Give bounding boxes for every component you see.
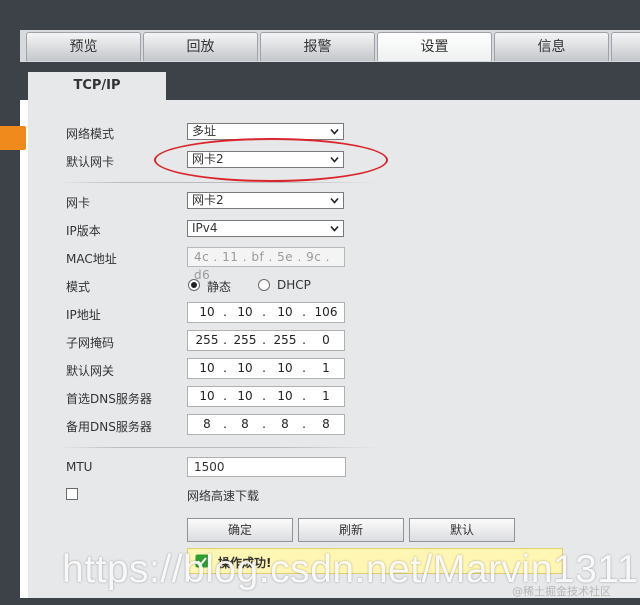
ip-version-select[interactable]: IPv4 <box>187 220 344 237</box>
ip-dot: . <box>262 361 266 375</box>
section-divider <box>58 182 378 183</box>
gateway-label: 默认网关 <box>66 364 115 378</box>
bottom-frame <box>0 598 640 605</box>
ip-octet[interactable]: 1 <box>311 360 341 377</box>
refresh-button[interactable]: 刷新 <box>298 518 404 542</box>
default-button[interactable]: 默认 <box>409 518 515 542</box>
tab-more[interactable] <box>611 32 640 61</box>
ip-dot: . <box>302 305 306 319</box>
subtab-tcpip[interactable]: TCP/IP <box>28 72 166 100</box>
section-divider <box>58 447 378 448</box>
mtu-input[interactable]: 1500 <box>187 457 346 477</box>
ip-octet[interactable]: 10 <box>270 360 300 377</box>
ip-octet[interactable]: 8 <box>230 416 260 433</box>
ip-dot: . <box>302 417 306 431</box>
ip-octet[interactable]: 8 <box>192 416 222 433</box>
ip-octet[interactable]: 255 <box>230 332 260 349</box>
preferred-dns-label: 首选DNS服务器 <box>66 392 152 406</box>
ip-address-label: IP地址 <box>66 308 101 322</box>
ip-octet[interactable]: 10 <box>270 388 300 405</box>
chevron-down-icon <box>330 197 339 204</box>
mac-address-field: 4c . 11 . bf . 5e . 9c . d6 <box>187 247 345 282</box>
ip-dot: . <box>223 361 227 375</box>
tab-playback[interactable]: 回放 <box>143 32 258 61</box>
default-nic-value: 网卡2 <box>192 152 224 166</box>
ip-dot: . <box>223 305 227 319</box>
nic-value: 网卡2 <box>192 193 224 207</box>
nav-underline <box>20 62 640 72</box>
dhcp-radio-label: DHCP <box>277 278 311 292</box>
top-frame <box>0 0 640 30</box>
ip-octet[interactable]: 10 <box>192 304 222 321</box>
ip-octet[interactable]: 10 <box>270 304 300 321</box>
left-frame <box>0 0 20 605</box>
ip-octet[interactable]: 0 <box>311 332 341 349</box>
network-mode-label: 网络模式 <box>66 127 115 141</box>
nic-label: 网卡 <box>66 196 91 210</box>
ip-octet[interactable]: 8 <box>270 416 300 433</box>
ip-dot: . <box>302 389 306 403</box>
ip-dot: . <box>262 333 266 347</box>
ip-octet[interactable]: 255 <box>270 332 300 349</box>
static-radio[interactable] <box>188 279 200 291</box>
ip-version-label: IP版本 <box>66 224 101 238</box>
ip-version-value: IPv4 <box>192 221 218 235</box>
network-mode-value: 多址 <box>192 124 217 138</box>
tab-preview[interactable]: 预览 <box>26 32 141 61</box>
ip-dot: . <box>223 333 227 347</box>
ip-octet[interactable]: 106 <box>311 304 341 321</box>
status-message: 操作成功! <box>218 556 272 570</box>
side-menu-tab[interactable] <box>0 126 26 150</box>
ip-dot: . <box>223 417 227 431</box>
ip-dot: . <box>302 361 306 375</box>
preferred-dns-input[interactable]: 10 . 10 . 10 . 1 <box>187 386 345 407</box>
chevron-down-icon <box>330 156 339 163</box>
gateway-input[interactable]: 10 . 10 . 10 . 1 <box>187 358 345 379</box>
static-radio-label: 静态 <box>207 280 232 294</box>
default-nic-label: 默认网卡 <box>66 155 115 169</box>
ip-address-input[interactable]: 10 . 10 . 10 . 106 <box>187 302 345 323</box>
chevron-down-icon <box>330 225 339 232</box>
ip-octet[interactable]: 8 <box>311 416 341 433</box>
ip-dot: . <box>262 389 266 403</box>
ip-dot: . <box>262 305 266 319</box>
ip-dot: . <box>223 389 227 403</box>
ip-octet[interactable]: 10 <box>192 388 222 405</box>
tab-alarm[interactable]: 报警 <box>260 32 375 61</box>
ip-octet[interactable]: 10 <box>230 360 260 377</box>
tab-settings[interactable]: 设置 <box>377 32 492 61</box>
check-icon <box>195 554 209 568</box>
dhcp-radio[interactable] <box>258 279 270 291</box>
ip-octet[interactable]: 10 <box>230 304 260 321</box>
default-nic-select[interactable]: 网卡2 <box>187 151 344 168</box>
mtu-label: MTU <box>66 460 93 474</box>
chevron-down-icon <box>330 128 339 135</box>
main-nav: 预览 回放 报警 设置 信息 <box>20 30 640 62</box>
tab-info[interactable]: 信息 <box>494 32 609 61</box>
alternate-dns-input[interactable]: 8 . 8 . 8 . 8 <box>187 414 345 435</box>
network-mode-select[interactable]: 多址 <box>187 123 344 140</box>
alternate-dns-label: 备用DNS服务器 <box>66 420 152 434</box>
high-speed-download-checkbox[interactable] <box>66 488 78 500</box>
nic-select[interactable]: 网卡2 <box>187 192 344 209</box>
ip-octet[interactable]: 1 <box>311 388 341 405</box>
high-speed-download-label: 网络高速下载 <box>187 489 260 503</box>
ip-octet[interactable]: 255 <box>192 332 222 349</box>
ip-octet[interactable]: 10 <box>192 360 222 377</box>
confirm-button[interactable]: 确定 <box>187 518 293 542</box>
ip-octet[interactable]: 10 <box>230 388 260 405</box>
mode-label: 模式 <box>66 280 91 294</box>
ip-dot: . <box>262 417 266 431</box>
subnet-mask-label: 子网掩码 <box>66 336 115 350</box>
mac-label: MAC地址 <box>66 252 117 266</box>
subnet-mask-input[interactable]: 255 . 255 . 255 . 0 <box>187 330 345 351</box>
ip-dot: . <box>302 333 306 347</box>
status-bar: 操作成功! <box>187 548 563 574</box>
